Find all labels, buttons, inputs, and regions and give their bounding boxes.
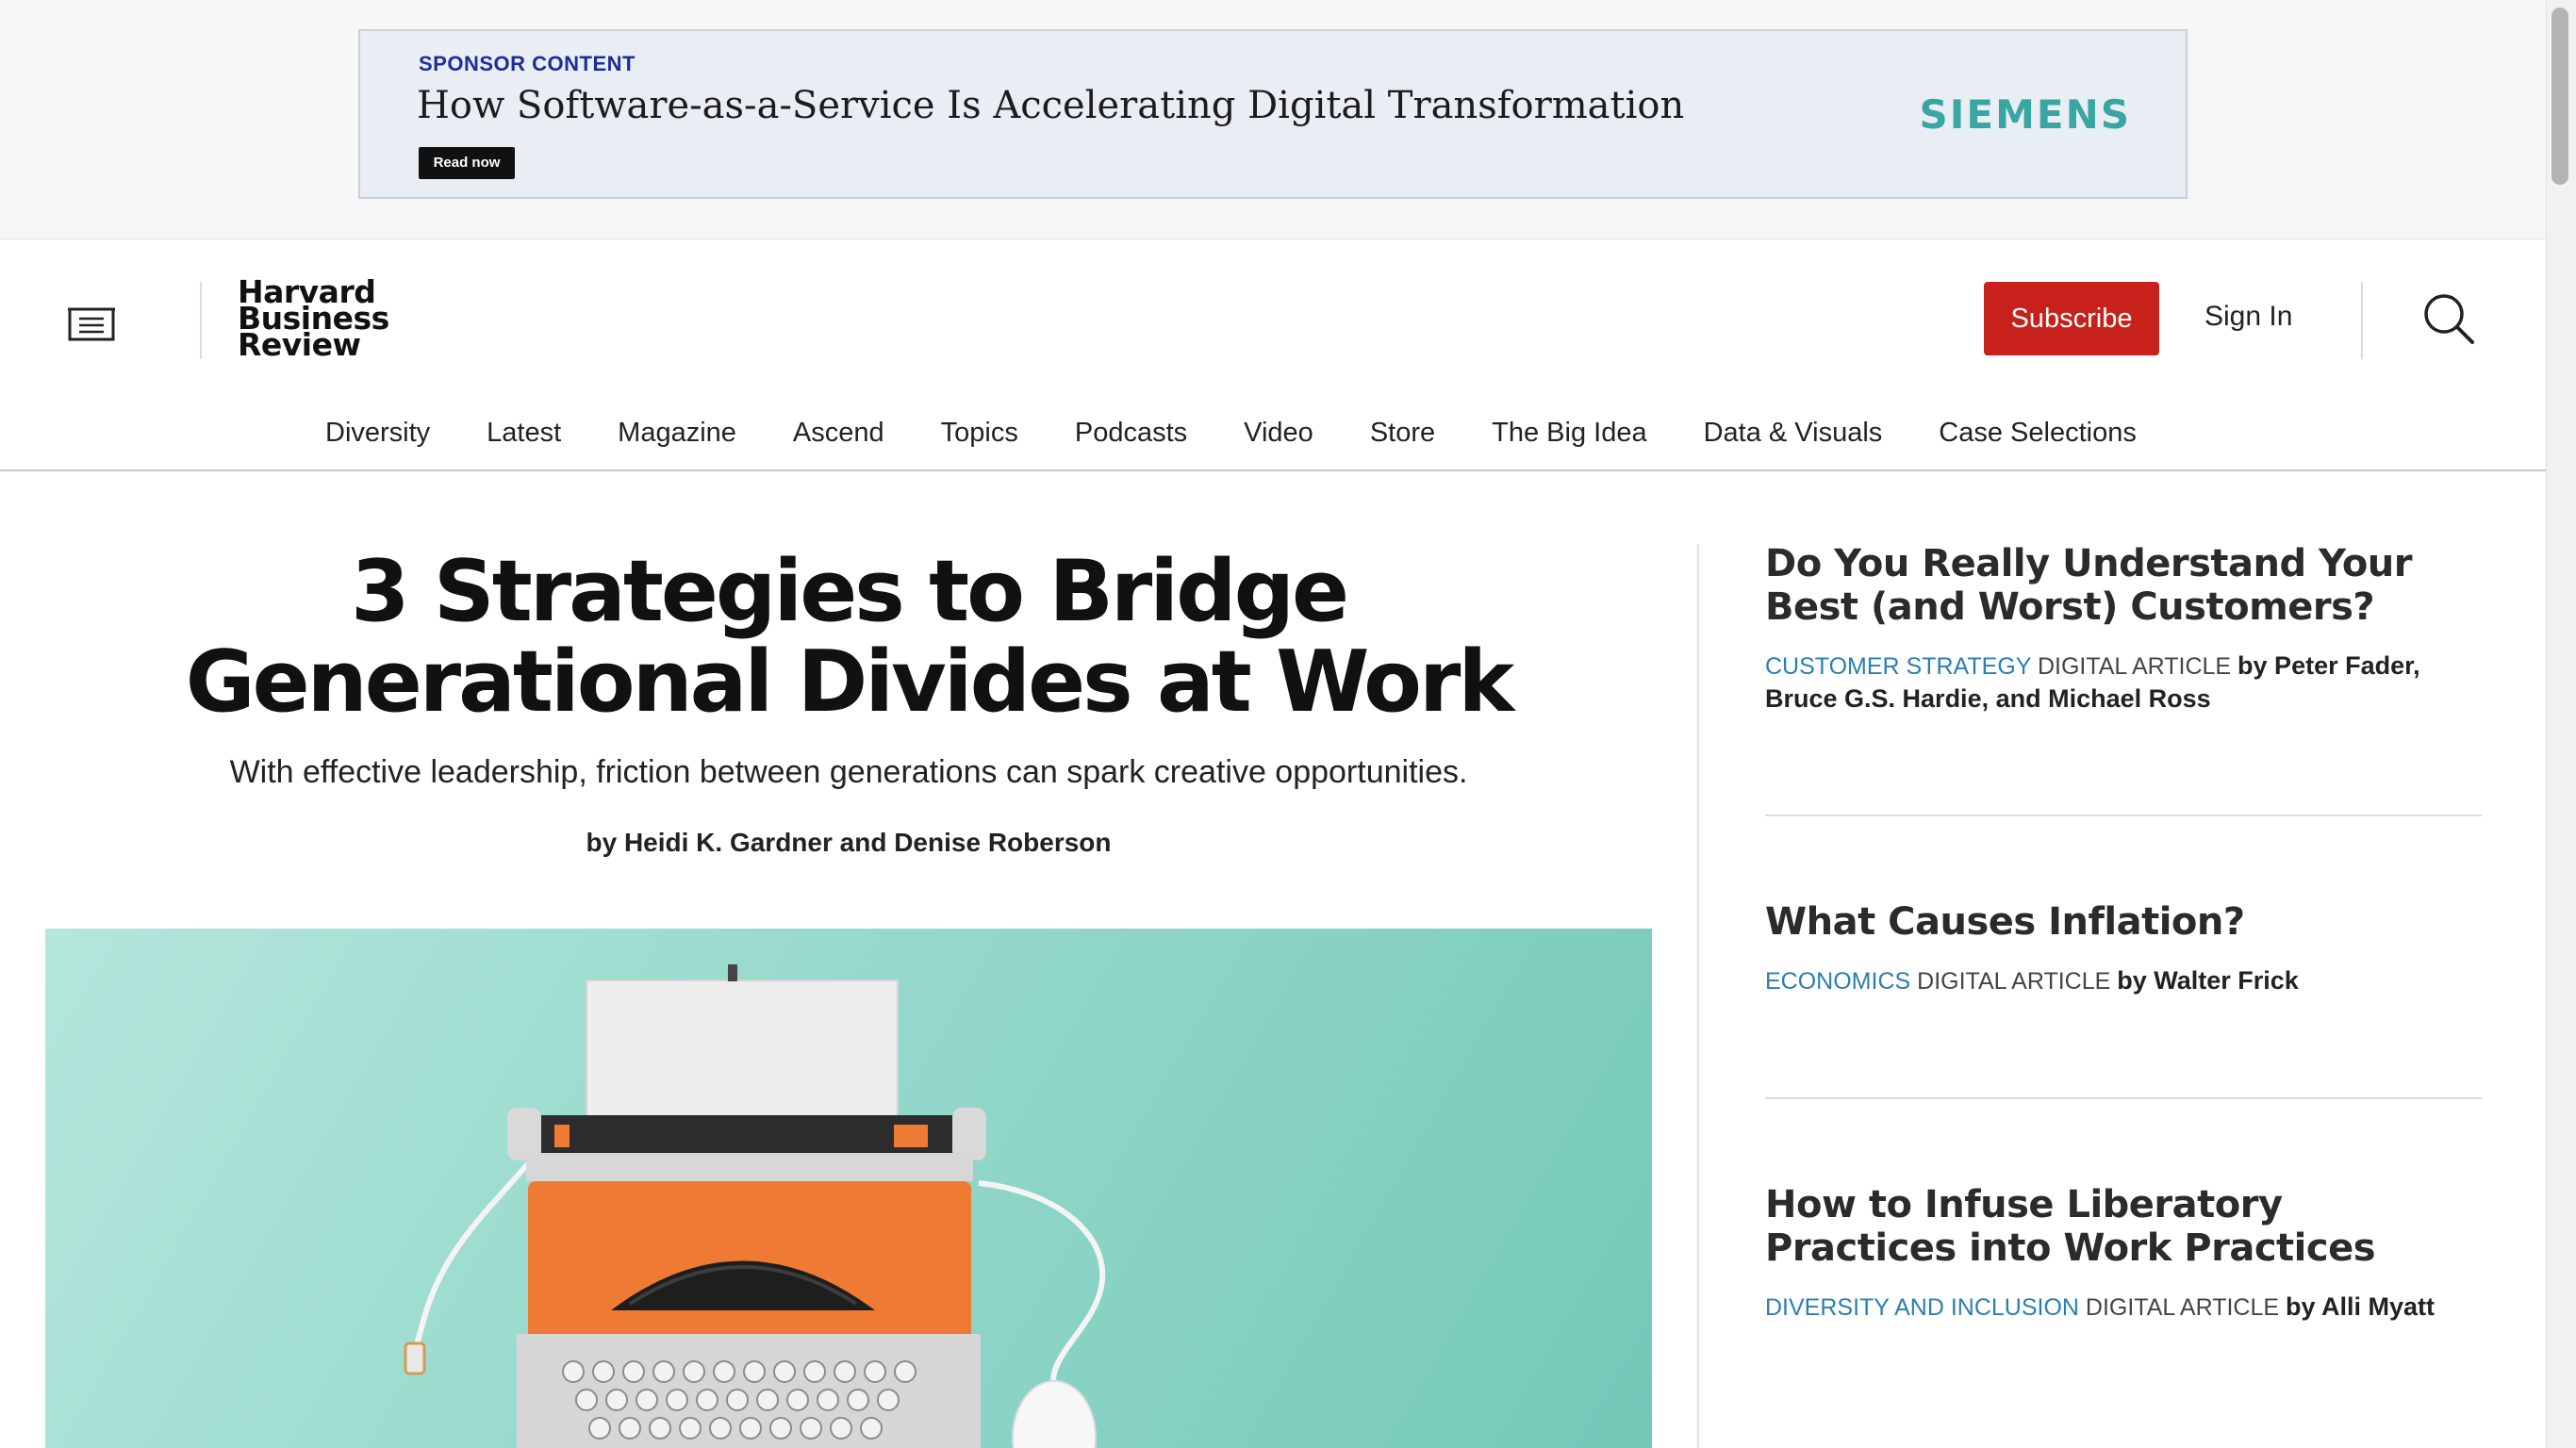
hbr-logo[interactable]: Harvard Business Review	[238, 276, 389, 360]
sign-in-link[interactable]: Sign In	[2204, 301, 2292, 333]
rail-separator	[1765, 814, 2482, 816]
rail-article-topic[interactable]: CUSTOMER STRATEGY	[1765, 653, 2031, 680]
rail-article-title[interactable]: How to Infuse Liberatory Practices into …	[1765, 1183, 2482, 1270]
rail-article-authors[interactable]: by Alli Myatt	[2286, 1292, 2435, 1321]
rail-article-type: DIGITAL ARTICLE	[1917, 968, 2111, 995]
sponsor-label: SPONSOR CONTENT	[419, 52, 636, 75]
header-divider	[2361, 282, 2363, 359]
rail-article[interactable]: How to Infuse Liberatory Practices into …	[1765, 1183, 2482, 1324]
rail-article-meta: DIVERSITY AND INCLUSION DIGITAL ARTICLE …	[1765, 1291, 2482, 1324]
rail-article[interactable]: What Causes Inflation? ECONOMICS DIGITAL…	[1765, 900, 2482, 997]
page-scrollbar[interactable]	[2546, 0, 2576, 1448]
sponsor-headline[interactable]: How Software-as-a-Service Is Acceleratin…	[417, 84, 1684, 127]
nav-item-video[interactable]: Video	[1244, 418, 1313, 449]
rail-article-topic[interactable]: ECONOMICS	[1765, 968, 1910, 995]
rail-article-topic[interactable]: DIVERSITY AND INCLUSION	[1765, 1294, 2079, 1321]
article-title: 3 Strategies to Bridge Generational Divi…	[185, 542, 1515, 732]
nav-item-case-selections[interactable]: Case Selections	[1939, 418, 2137, 449]
article-dek: With effective leadership, friction betw…	[229, 754, 1468, 790]
nav-item-data-visuals[interactable]: Data & Visuals	[1704, 418, 1883, 449]
rail-article-title[interactable]: What Causes Inflation?	[1765, 900, 2482, 944]
sponsor-brand-logo[interactable]: SIEMENS	[1920, 91, 2131, 138]
rail-article-type: DIGITAL ARTICLE	[2085, 1294, 2280, 1321]
nav-item-big-idea[interactable]: The Big Idea	[1492, 418, 1646, 449]
site-header: Harvard Business Review Subscribe Sign I…	[0, 239, 2546, 402]
nav-item-latest[interactable]: Latest	[487, 418, 561, 449]
nav-item-podcasts[interactable]: Podcasts	[1075, 418, 1187, 449]
article-byline[interactable]: by Heidi K. Gardner and Denise Roberson	[45, 828, 1652, 858]
nav-item-topics[interactable]: Topics	[941, 418, 1018, 449]
header-divider	[200, 282, 202, 359]
sponsor-banner[interactable]: SPONSOR CONTENT How Software-as-a-Servic…	[358, 29, 2188, 199]
rail-article-authors[interactable]: by Walter Frick	[2117, 966, 2299, 995]
rail-article-meta: CUSTOMER STRATEGY DIGITAL ARTICLE by Pet…	[1765, 650, 2482, 716]
nav-item-magazine[interactable]: Magazine	[618, 418, 736, 449]
rail-article-type: DIGITAL ARTICLE	[2037, 653, 2232, 680]
sponsor-banner-area: SPONSOR CONTENT How Software-as-a-Servic…	[0, 0, 2546, 239]
rail-article[interactable]: Do You Really Understand Your Best (and …	[1765, 542, 2482, 716]
rail-article-meta: ECONOMICS DIGITAL ARTICLE by Walter Fric…	[1765, 964, 2482, 997]
scrollbar-thumb[interactable]	[2551, 8, 2568, 185]
primary-nav: Diversity Latest Magazine Ascend Topics …	[0, 399, 2546, 471]
hero-image	[45, 929, 1652, 1448]
rail-separator	[1765, 1097, 2482, 1099]
menu-icon[interactable]	[68, 305, 115, 343]
nav-item-diversity[interactable]: Diversity	[325, 418, 430, 449]
rail-divider	[1697, 544, 1699, 1448]
nav-item-ascend[interactable]: Ascend	[793, 418, 884, 449]
rail-article-title[interactable]: Do You Really Understand Your Best (and …	[1765, 542, 2482, 629]
read-now-button[interactable]: Read now	[419, 147, 515, 179]
subscribe-button[interactable]: Subscribe	[1984, 282, 2159, 355]
search-icon[interactable]	[2421, 291, 2476, 346]
nav-item-store[interactable]: Store	[1370, 418, 1435, 449]
